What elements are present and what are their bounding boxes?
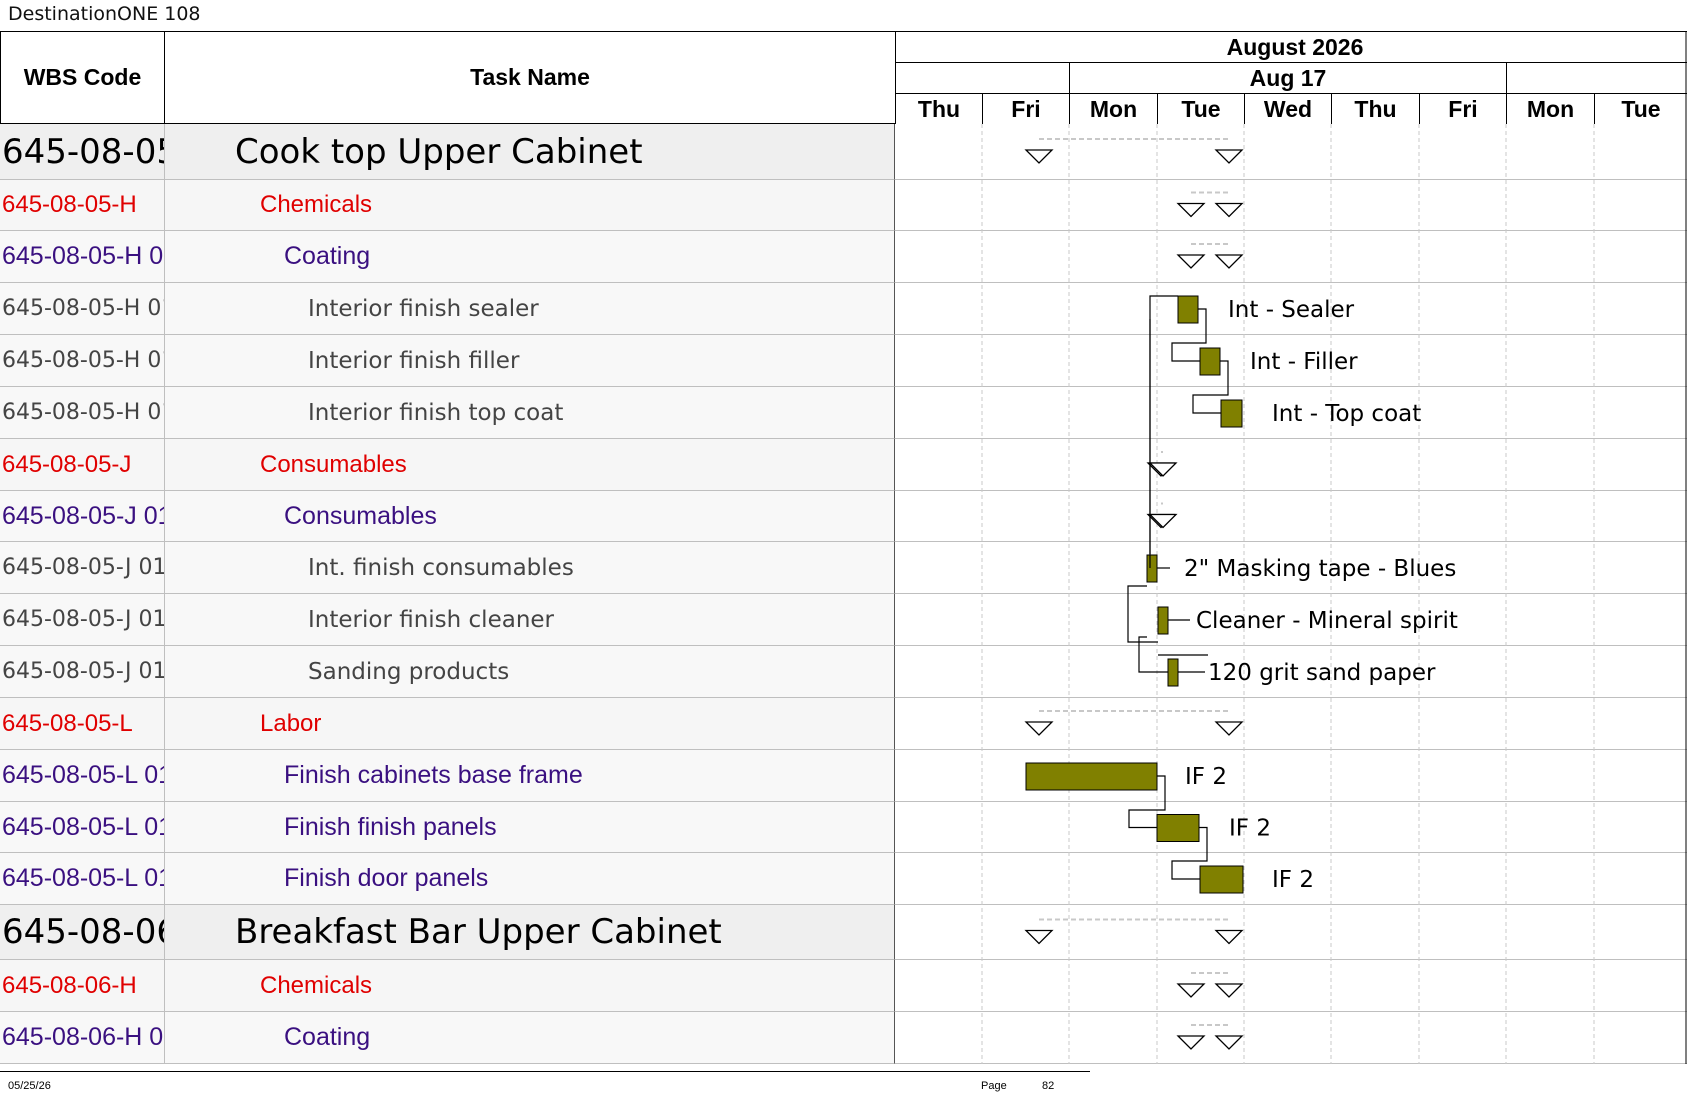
wbs-code-cell: 645-08-05-L [0, 698, 165, 750]
table-row[interactable]: 645-08-05-H Chemicals [0, 180, 1687, 231]
task-name-cell: Finish finish panels [165, 802, 895, 853]
task-name-cell: Interior finish filler [165, 335, 895, 387]
task-name-cell: Consumables [165, 439, 895, 491]
task-name-column-header[interactable]: Task Name [164, 31, 896, 124]
gantt-row-cell [895, 231, 1687, 283]
wbs-code-cell: 645-08-05-J 01 [0, 491, 165, 542]
table-row[interactable]: 645-08-05-H 01 Coating [0, 231, 1687, 283]
gantt-row-cell [895, 124, 1687, 180]
task-name-cell: Chemicals [165, 960, 895, 1012]
footer-divider [0, 1071, 1090, 1072]
gantt-row-cell [895, 646, 1687, 698]
table-row[interactable]: 645-08-05-J 01 Consumables [0, 491, 1687, 542]
table-header: WBS Code Task Name August 2026 Aug 17 Th… [0, 31, 1687, 125]
gantt-row-cell [895, 491, 1687, 542]
task-name-cell: Interior finish sealer [165, 283, 895, 335]
task-name-cell: Consumables [165, 491, 895, 542]
gantt-row-cell [895, 387, 1687, 439]
gantt-row-cell [895, 905, 1687, 960]
wbs-code-cell: 645-08-05-H 01 [0, 231, 165, 283]
task-name-cell: Cook top Upper Cabinet [165, 124, 895, 180]
gantt-row-cell [895, 542, 1687, 594]
wbs-code-cell: 645-08-05-H 01 [0, 283, 165, 335]
gantt-row-cell [895, 594, 1687, 646]
table-row[interactable]: 645-08-05-J 01 Interior finish cleaner [0, 594, 1687, 646]
task-name-cell: Finish door panels [165, 853, 895, 905]
table-row[interactable]: 645-08-05-H 01 Interior finish filler [0, 335, 1687, 387]
table-row[interactable]: 645-08-05-L 01 Finish finish panels [0, 802, 1687, 853]
wbs-code-cell: 645-08-05 [0, 124, 165, 180]
gantt-row-cell [895, 698, 1687, 750]
day-header-8: Tue [1594, 93, 1687, 125]
gantt-row-cell [895, 1012, 1687, 1064]
day-header-7: Mon [1506, 93, 1595, 125]
footer-page-number: 82 [1042, 1080, 1055, 1092]
wbs-code-cell: 645-08-05-J 01 [0, 646, 165, 698]
gantt-row-cell [895, 960, 1687, 1012]
wbs-code-cell: 645-08-05-J [0, 439, 165, 491]
table-row[interactable]: 645-08-06-H Chemicals [0, 960, 1687, 1012]
gantt-row-cell [895, 283, 1687, 335]
table-row[interactable]: 645-08-05-L Labor [0, 698, 1687, 750]
wbs-code-cell: 645-08-05-J 01 [0, 542, 165, 594]
table-row[interactable]: 645-08-05 Cook top Upper Cabinet [0, 124, 1687, 180]
table-row[interactable]: 645-08-05-L 01 Finish door panels [0, 853, 1687, 905]
day-header-6: Fri [1419, 93, 1507, 125]
timeline-week-header: Aug 17 [1069, 62, 1507, 94]
day-header-2: Mon [1069, 93, 1158, 125]
task-name-cell: Int. finish consumables [165, 542, 895, 594]
timeline-next-week-header [1506, 62, 1687, 94]
gantt-row-cell [895, 853, 1687, 905]
task-name-cell: Finish cabinets base frame [165, 750, 895, 802]
task-name-cell: Coating [165, 231, 895, 283]
wbs-code-cell: 645-08-05-H 01 [0, 335, 165, 387]
gantt-row-cell [895, 750, 1687, 802]
footer-date: 05/25/26 [8, 1080, 51, 1092]
day-header-0: Thu [895, 93, 983, 125]
gantt-row-cell [895, 802, 1687, 853]
wbs-code-cell: 645-08-05-L 01 [0, 802, 165, 853]
wbs-code-cell: 645-08-06 [0, 905, 165, 960]
timeline-week-blank [895, 62, 1070, 94]
app-title: DestinationONE 108 [8, 3, 201, 25]
gantt-row-cell [895, 335, 1687, 387]
wbs-code-cell: 645-08-05-L 01 [0, 853, 165, 905]
task-name-cell: Interior finish top coat [165, 387, 895, 439]
table-row[interactable]: 645-08-05-H 01 Interior finish top coat [0, 387, 1687, 439]
table-row[interactable]: 645-08-06-H 01 Coating [0, 1012, 1687, 1064]
wbs-code-cell: 645-08-05-H [0, 180, 165, 231]
day-header-1: Fri [982, 93, 1070, 125]
table-row[interactable]: 645-08-05-H 01 Interior finish sealer [0, 283, 1687, 335]
wbs-code-cell: 645-08-06-H 01 [0, 1012, 165, 1064]
task-name-cell: Labor [165, 698, 895, 750]
timeline-month-header: August 2026 [895, 31, 1687, 63]
table-row[interactable]: 645-08-05-J 01 Sanding products [0, 646, 1687, 698]
task-name-cell: Coating [165, 1012, 895, 1064]
gantt-row-cell [895, 180, 1687, 231]
wbs-code-cell: 645-08-05-J 01 [0, 594, 165, 646]
gantt-row-cell [895, 439, 1687, 491]
day-header-4: Wed [1244, 93, 1332, 125]
footer-page-label: Page [981, 1080, 1007, 1092]
task-name-cell: Chemicals [165, 180, 895, 231]
day-header-5: Thu [1331, 93, 1420, 125]
table-row[interactable]: 645-08-05-L 01 Finish cabinets base frame [0, 750, 1687, 802]
task-name-cell: Sanding products [165, 646, 895, 698]
wbs-code-cell: 645-08-05-L 01 [0, 750, 165, 802]
wbs-column-header[interactable]: WBS Code [0, 31, 165, 124]
task-name-cell: Interior finish cleaner [165, 594, 895, 646]
wbs-code-cell: 645-08-06-H [0, 960, 165, 1012]
table-row[interactable]: 645-08-06 Breakfast Bar Upper Cabinet [0, 905, 1687, 960]
day-header-3: Tue [1157, 93, 1245, 125]
table-row[interactable]: 645-08-05-J 01 Int. finish consumables [0, 542, 1687, 594]
table-row[interactable]: 645-08-05-J Consumables [0, 439, 1687, 491]
task-name-cell: Breakfast Bar Upper Cabinet [165, 905, 895, 960]
wbs-code-cell: 645-08-05-H 01 [0, 387, 165, 439]
